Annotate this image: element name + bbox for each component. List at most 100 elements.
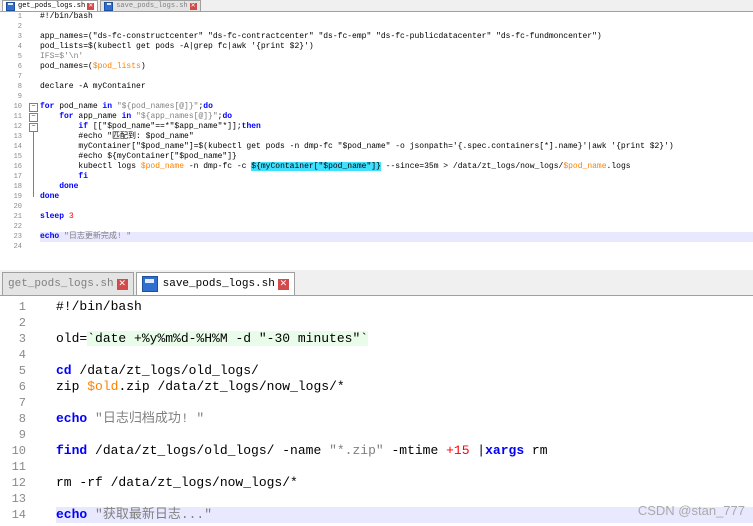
code-line[interactable]: 19 done bbox=[0, 192, 753, 202]
code-token: --since=35m > /data/zt_logs/now_logs/ bbox=[380, 162, 564, 171]
code-line[interactable]: 8 declare -A myContainer bbox=[0, 82, 753, 92]
code-line[interactable]: 14 myContainer["$pod_name"]=$(kubectl ge… bbox=[0, 142, 753, 152]
code-token: do bbox=[222, 112, 233, 121]
line-number: 7 bbox=[18, 396, 26, 410]
tab-get-pods-logs[interactable]: get_pods_logs.sh ✕ bbox=[2, 0, 99, 11]
code-token: echo bbox=[40, 232, 60, 241]
code-token: echo bbox=[56, 507, 88, 522]
code-text: cd /data/zt_logs/old_logs/ bbox=[56, 363, 753, 379]
code-line[interactable]: 9 bbox=[0, 92, 753, 102]
code-line[interactable]: 13 #echo "匹配到: $pod_name" bbox=[0, 132, 753, 142]
code-text: for pod_name in "${pod_names[@]}";do bbox=[40, 102, 753, 112]
line-number: 12 bbox=[11, 476, 26, 490]
fold-marker bbox=[26, 12, 40, 22]
code-line[interactable]: 8 echo "日志归档成功! " bbox=[0, 411, 753, 427]
code-line[interactable]: 6 zip $old.zip /data/zt_logs/now_logs/* bbox=[0, 379, 753, 395]
code-line[interactable]: 7 bbox=[0, 395, 753, 411]
line-number: 6 bbox=[17, 63, 22, 71]
code-line[interactable]: 4 pod_lists=$(kubectl get pods -A|grep fc… bbox=[0, 42, 753, 52]
code-editor[interactable]: 1 #!/bin/bash 2 3 app_names=("ds-fc-constru… bbox=[0, 12, 753, 252]
line-number: 6 bbox=[18, 380, 26, 394]
close-icon[interactable]: ✕ bbox=[277, 278, 289, 290]
code-text: echo "日志更新完成! " bbox=[40, 232, 753, 242]
code-token: .zip /data/zt_logs/now_logs/* bbox=[118, 379, 345, 394]
line-number: 7 bbox=[17, 73, 22, 81]
code-line[interactable]: 3 app_names=("ds-fc-constructcenter" "ds-… bbox=[0, 32, 753, 42]
fold-marker bbox=[34, 427, 56, 443]
code-line[interactable]: 12− if [["$pod_name"==*"$app_name"*]];th… bbox=[0, 122, 753, 132]
code-line[interactable]: 9 bbox=[0, 427, 753, 443]
code-line[interactable]: 18 done bbox=[0, 182, 753, 192]
line-number: 17 bbox=[13, 173, 22, 181]
top-editor-panel: get_pods_logs.sh ✕ save_pods_logs.sh ✕ 1… bbox=[0, 0, 753, 257]
code-line[interactable]: 10 find /data/zt_logs/old_logs/ -name "*.… bbox=[0, 443, 753, 459]
fold-marker[interactable]: − bbox=[26, 122, 40, 132]
code-line[interactable]: 1 #!/bin/bash bbox=[0, 12, 753, 22]
tab-label: save_pods_logs.sh bbox=[162, 278, 275, 290]
line-number: 21 bbox=[13, 213, 22, 221]
code-text: pod_lists=$(kubectl get pods -A|grep fc|… bbox=[40, 42, 753, 52]
tab-save-pods-logs[interactable]: save_pods_logs.sh ✕ bbox=[135, 272, 295, 295]
tab-save-pods-logs[interactable]: save_pods_logs.sh ✕ bbox=[100, 0, 201, 11]
line-number: 11 bbox=[13, 113, 22, 121]
fold-marker bbox=[26, 142, 40, 152]
code-line[interactable]: 21 sleep 3 bbox=[0, 212, 753, 222]
code-line[interactable]: 10− for pod_name in "${pod_names[@]}";do bbox=[0, 102, 753, 112]
code-line[interactable]: 11 bbox=[0, 459, 753, 475]
code-text: myContainer["$pod_name"]=$(kubectl get p… bbox=[40, 142, 753, 152]
fold-marker bbox=[26, 152, 40, 162]
bottom-editor-panel: get_pods_logs.sh ✕ save_pods_logs.sh ✕ 1… bbox=[0, 270, 753, 526]
code-line[interactable]: 22 bbox=[0, 222, 753, 232]
code-editor[interactable]: 1 #!/bin/bash 2 3 old=`date +%y%m%d-%H%M -d… bbox=[0, 296, 753, 523]
line-number: 19 bbox=[13, 193, 22, 201]
line-number: 5 bbox=[17, 53, 22, 61]
code-text: #echo ${myContainer["$pod_name"]} bbox=[40, 152, 753, 162]
code-line[interactable]: 24 bbox=[0, 242, 753, 252]
close-icon[interactable]: ✕ bbox=[87, 2, 95, 10]
fold-marker bbox=[26, 132, 40, 142]
code-token: "${pod_names[@]}" bbox=[116, 102, 199, 111]
fold-marker bbox=[26, 32, 40, 42]
close-icon[interactable]: ✕ bbox=[116, 278, 128, 290]
code-line[interactable]: 11− for app_name in "${app_names[@]}";do bbox=[0, 112, 753, 122]
code-line[interactable]: 6 pod_names=($pod_lists) bbox=[0, 62, 753, 72]
code-text: zip $old.zip /data/zt_logs/now_logs/* bbox=[56, 379, 753, 395]
code-text: kubectl logs $pod_name -n dmp-fc -c ${my… bbox=[40, 162, 753, 172]
code-line[interactable]: 3 old=`date +%y%m%d-%H%M -d "-30 minutes"… bbox=[0, 331, 753, 347]
code-line[interactable]: 2 bbox=[0, 22, 753, 32]
code-line[interactable]: 2 bbox=[0, 315, 753, 331]
line-number: 22 bbox=[13, 223, 22, 231]
code-token: if bbox=[78, 122, 89, 131]
bottom-tab-bar: get_pods_logs.sh ✕ save_pods_logs.sh ✕ bbox=[0, 270, 753, 296]
code-line[interactable]: 1 #!/bin/bash bbox=[0, 299, 753, 315]
code-line[interactable]: 12 rm -rf /data/zt_logs/now_logs/* bbox=[0, 475, 753, 491]
line-number: 8 bbox=[18, 412, 26, 426]
code-line[interactable]: 4 bbox=[0, 347, 753, 363]
code-line[interactable]: 5 cd /data/zt_logs/old_logs/ bbox=[0, 363, 753, 379]
code-line[interactable]: 23 echo "日志更新完成! " bbox=[0, 232, 753, 242]
code-line[interactable]: 17 fi bbox=[0, 172, 753, 182]
close-icon[interactable]: ✕ bbox=[189, 2, 197, 10]
code-line[interactable]: 15 #echo ${myContainer["$pod_name"]} bbox=[0, 152, 753, 162]
code-token: pod_name bbox=[54, 102, 103, 111]
code-line[interactable]: 16 kubectl logs $pod_name -n dmp-fc -c $… bbox=[0, 162, 753, 172]
line-number: 14 bbox=[11, 508, 26, 522]
fold-marker bbox=[26, 92, 40, 102]
code-token: app_name bbox=[73, 112, 122, 121]
code-text: #echo "匹配到: $pod_name" bbox=[40, 132, 753, 142]
fold-marker[interactable]: − bbox=[26, 102, 40, 112]
line-number: 13 bbox=[13, 133, 22, 141]
code-line[interactable]: 20 bbox=[0, 202, 753, 212]
line-number: 16 bbox=[13, 163, 22, 171]
code-line[interactable]: 7 bbox=[0, 72, 753, 82]
code-line[interactable]: 5 IFS=$'\n' bbox=[0, 52, 753, 62]
tab-get-pods-logs[interactable]: get_pods_logs.sh ✕ bbox=[2, 272, 134, 295]
fold-marker[interactable]: − bbox=[26, 112, 40, 122]
code-text: rm -rf /data/zt_logs/now_logs/* bbox=[56, 475, 753, 491]
